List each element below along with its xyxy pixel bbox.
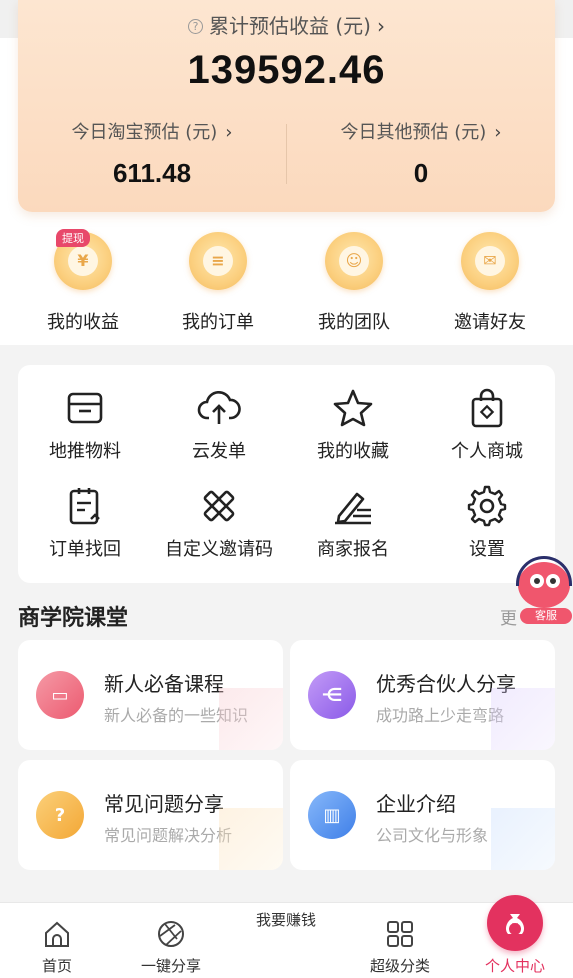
withdraw-badge[interactable]: 提现 [56, 229, 90, 247]
course-card-faq[interactable]: ? 常见问题分享 常见问题解决分析 [18, 760, 283, 870]
other-estimate-value: 0 [413, 158, 429, 188]
earnings-card: ? 累计预估收益 (元) › 139592.46 今日淘宝预估 (元) › 611.4… [18, 0, 555, 212]
course-card-partner-share[interactable]: ⋲ 优秀合伙人分享 成功路上少走弯路 [290, 640, 555, 750]
help-icon[interactable]: ? [188, 19, 204, 34]
grid-icon [343, 903, 457, 949]
tab-label: 我要赚钱 [255, 911, 316, 929]
course-card-company-intro[interactable]: ▥ 企业介绍 公司文化与形象 [290, 760, 555, 870]
course-title: 新人必备课程 [104, 672, 224, 696]
star-icon [286, 387, 420, 429]
tool-cloud-post[interactable]: 云发单 [152, 387, 286, 463]
customer-service-button[interactable]: 客服 [514, 556, 573, 626]
tab-label: 首页 [41, 957, 72, 975]
tool-label: 个人商城 [451, 441, 523, 462]
quick-actions: ¥ 提现 我的收益 ≡ 我的订单 ☺ 我的团队 ✉ 邀请好友 [0, 229, 573, 334]
tool-label: 订单找回 [49, 539, 121, 560]
tool-label: 自定义邀请码 [165, 539, 273, 560]
quick-my-earnings[interactable]: ¥ 提现 我的收益 [18, 229, 148, 334]
gear-icon [420, 485, 554, 527]
total-earnings-label: 累计预估收益 (元) [209, 14, 371, 38]
tab-home[interactable]: 首页 [0, 903, 114, 976]
box-icon [18, 387, 152, 429]
home-icon [0, 903, 114, 949]
academy-title: 商学院课堂 [18, 606, 129, 631]
taobao-estimate-label: 今日淘宝预估 (元) [71, 122, 218, 143]
quick-label: 我的订单 [182, 312, 254, 333]
signature-icon [286, 485, 420, 527]
user-icon [458, 903, 572, 949]
tab-one-click-share[interactable]: 一键分享 [114, 903, 228, 976]
tool-label: 商家报名 [317, 539, 389, 560]
customer-service-label: 客服 [520, 608, 572, 624]
course-title: 常见问题分享 [104, 792, 224, 816]
clipboard-icon [18, 485, 152, 527]
tab-label: 一键分享 [140, 957, 201, 975]
bottom-tab-bar: 首页 一键分享 ¥ 我要赚钱 超级分类 个人中心 [0, 895, 573, 978]
order-icon: ≡ [189, 232, 247, 290]
tool-merchant-signup[interactable]: 商家报名 [286, 485, 420, 561]
shopping-bag-icon [420, 387, 554, 429]
tool-personal-mall[interactable]: 个人商城 [420, 387, 554, 463]
book-icon: ▭ [36, 671, 84, 719]
quick-label: 我的团队 [318, 312, 390, 333]
aperture-icon [114, 903, 228, 949]
headset-icon [516, 556, 572, 586]
tool-promo-materials[interactable]: 地推物料 [18, 387, 152, 463]
team-icon: ☺ [325, 232, 383, 290]
cloud-upload-icon [152, 387, 286, 429]
tab-earn-money[interactable]: ¥ 我要赚钱 [229, 895, 543, 951]
course-subtitle: 公司文化与形象 [376, 826, 489, 845]
decoration [491, 808, 555, 870]
total-earnings-header[interactable]: ? 累计预估收益 (元) › [18, 10, 555, 39]
quick-label: 我的收益 [47, 312, 119, 333]
course-subtitle: 成功路上少走弯路 [376, 706, 505, 725]
course-subtitle: 常见问题解决分析 [104, 826, 233, 845]
pencil-ruler-icon [152, 485, 286, 527]
course-card-newcomer[interactable]: ▭ 新人必备课程 新人必备的一些知识 [18, 640, 283, 750]
total-earnings-value: 139592.46 [187, 48, 386, 92]
building-icon: ▥ [308, 791, 356, 839]
quick-my-team[interactable]: ☺ 我的团队 [289, 232, 419, 334]
tool-order-recovery[interactable]: 订单找回 [18, 485, 152, 561]
tool-settings[interactable]: 设置 [420, 485, 554, 561]
quick-my-orders[interactable]: ≡ 我的订单 [153, 232, 283, 334]
share-icon: ⋲ [308, 671, 356, 719]
other-estimate-label: 今日其他预估 (元) [340, 122, 487, 143]
tool-favorites[interactable]: 我的收藏 [286, 387, 420, 463]
tab-personal-center[interactable]: 个人中心 [458, 903, 572, 976]
tool-label: 云发单 [192, 441, 246, 462]
tools-card: 地推物料 云发单 我的收藏 个人商城 订单找回 自定义邀请码 商家报名 设置 [18, 365, 555, 583]
tool-custom-invite-code[interactable]: 自定义邀请码 [152, 485, 286, 561]
invite-icon: ✉ [461, 232, 519, 290]
taobao-estimate-value: 611.48 [112, 158, 192, 188]
decoration [219, 808, 283, 870]
quick-invite-friends[interactable]: ✉ 邀请好友 [425, 232, 555, 334]
tab-super-category[interactable]: 超级分类 [343, 903, 457, 976]
tool-label: 地推物料 [49, 441, 121, 462]
quick-label: 邀请好友 [454, 312, 526, 333]
decoration [491, 688, 555, 750]
chevron-right-icon: › [225, 122, 233, 143]
tab-label: 超级分类 [369, 957, 430, 975]
chevron-right-icon: › [376, 14, 385, 38]
other-estimate[interactable]: 今日其他预估 (元) › 0 [287, 118, 555, 189]
question-icon: ? [36, 791, 84, 839]
decoration [219, 688, 283, 750]
taobao-estimate[interactable]: 今日淘宝预估 (元) › 611.48 [18, 118, 286, 189]
course-title: 企业介绍 [376, 792, 456, 816]
tool-label: 我的收藏 [317, 441, 389, 462]
tab-label: 个人中心 [484, 957, 545, 975]
chevron-right-icon: › [494, 122, 502, 143]
